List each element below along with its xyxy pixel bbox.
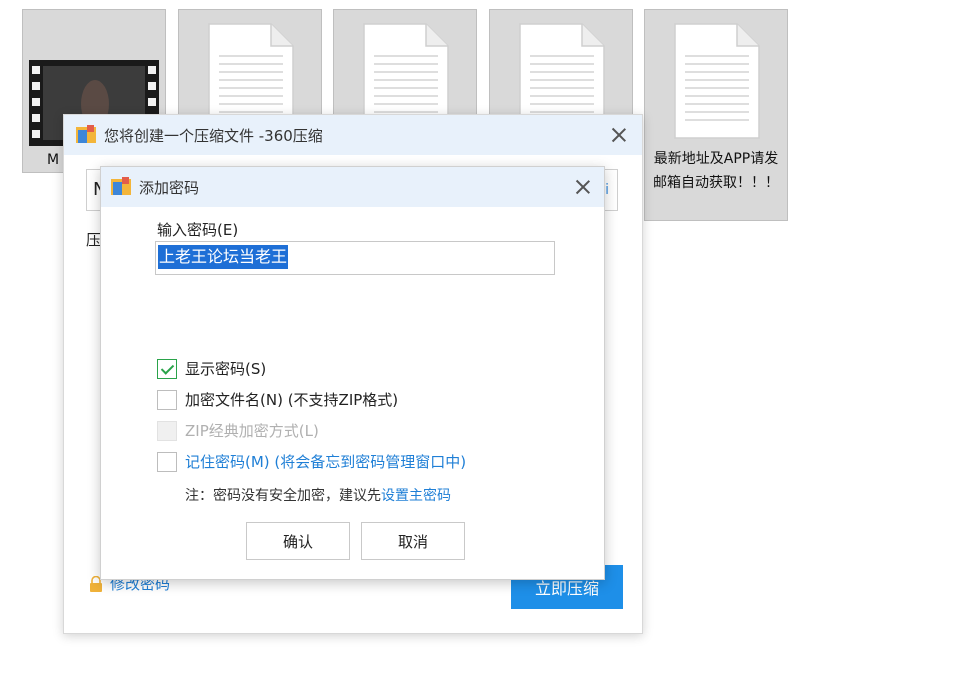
document-icon: [674, 23, 760, 139]
password-input-label: 输入密码(E): [157, 221, 239, 239]
browse-hint: i: [605, 182, 609, 198]
close-icon[interactable]: [610, 126, 628, 144]
file-name: 最新地址及APP请发邮箱自动获取！！！: [653, 151, 779, 191]
remember-password-option[interactable]: 记住密码(M) (将会备忘到密码管理窗口中): [157, 451, 466, 472]
encrypt-filename-option[interactable]: 加密文件名(N) (不支持ZIP格式): [157, 389, 398, 410]
dialog-title: 添加密码: [139, 179, 200, 197]
encrypt-filename-checkbox[interactable]: [157, 389, 177, 410]
compress-window-titlebar: 您将创建一个压缩文件 -360压缩: [64, 115, 642, 155]
close-icon[interactable]: [574, 178, 592, 196]
app-logo-icon: [76, 125, 96, 143]
set-master-password-link[interactable]: 设置主密码: [381, 488, 451, 504]
password-value: 上老王论坛当老王: [158, 245, 289, 269]
file-tile-document[interactable]: 最新地址及APP请发邮箱自动获取！！！: [644, 9, 788, 221]
password-input[interactable]: 上老王论坛当老王: [155, 241, 555, 275]
app-logo-icon: [111, 177, 131, 195]
option-label: 显示密码(S): [185, 360, 267, 378]
option-label: 记住密码(M) (将会备忘到密码管理窗口中): [185, 453, 467, 471]
option-label: ZIP经典加密方式(L): [185, 422, 319, 440]
section-label: 压: [86, 231, 102, 249]
option-label: 加密文件名(N) (不支持ZIP格式): [185, 391, 399, 409]
note-text: 注：密码没有安全加密，建议先: [185, 488, 381, 504]
show-password-option[interactable]: 显示密码(S): [157, 358, 266, 379]
remember-password-checkbox[interactable]: [157, 451, 177, 472]
show-password-checkbox[interactable]: [157, 358, 177, 379]
window-title: 您将创建一个压缩文件 -360压缩: [104, 127, 323, 145]
zip-classic-encryption-option: ZIP经典加密方式(L): [157, 420, 319, 441]
add-password-dialog: 添加密码 输入密码(E) 上老王论坛当老王 显示密码(S) 加密文件名(N) (…: [100, 166, 605, 580]
zip-classic-encryption-checkbox: [157, 420, 177, 441]
cancel-button[interactable]: 取消: [361, 522, 465, 560]
add-password-titlebar: 添加密码: [101, 167, 604, 207]
confirm-button[interactable]: 确认: [246, 522, 350, 560]
security-note: 注：密码没有安全加密，建议先设置主密码: [185, 485, 451, 505]
